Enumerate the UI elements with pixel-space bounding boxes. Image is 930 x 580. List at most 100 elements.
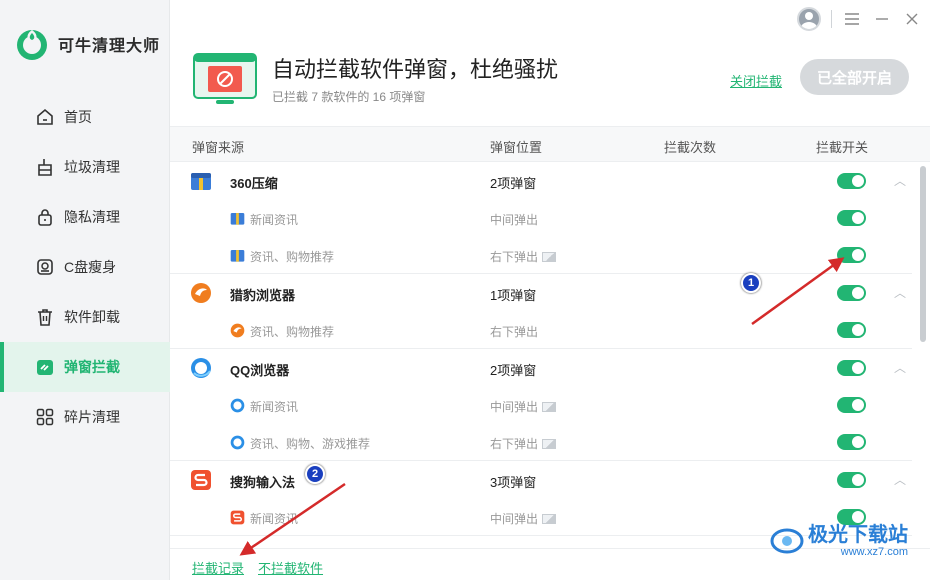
popup-window-illustration-icon: [193, 53, 257, 104]
popup-position: 2项弹窗: [490, 176, 537, 191]
watermark: 极光下载站 www.xz7.com: [770, 524, 908, 558]
drive-icon: [34, 256, 56, 278]
popup-position: 右下弹出: [490, 248, 557, 265]
divider: [831, 10, 832, 28]
watermark-text: 极光下载站: [808, 524, 908, 546]
popup-position: 中间弹出: [490, 510, 557, 527]
image-preview-icon[interactable]: [542, 402, 557, 412]
image-preview-icon[interactable]: [542, 439, 557, 449]
broom-icon: [34, 156, 56, 178]
annotation-badge-2: 2: [305, 464, 325, 484]
sidebar-item-uninstall[interactable]: 软件卸载: [0, 292, 170, 342]
watermark-logo-icon: [770, 528, 804, 554]
block-toggle[interactable]: [837, 434, 866, 450]
block-toggle[interactable]: [837, 173, 866, 189]
menu-icon[interactable]: [842, 9, 862, 29]
block-toggle[interactable]: [837, 397, 866, 413]
table-row: 猎豹浏览器 1项弹窗 ︿: [170, 274, 912, 311]
app-name: 搜狗输入法: [230, 475, 296, 490]
close-blocking-link[interactable]: 关闭拦截: [730, 71, 782, 90]
home-icon: [34, 106, 56, 128]
sidebar-item-defrag[interactable]: 碎片清理: [0, 392, 170, 442]
block-toggle[interactable]: [837, 360, 866, 376]
popup-position: 1项弹窗: [490, 288, 537, 303]
trash-icon: [34, 306, 56, 328]
sidebar-item-label: 垃圾清理: [64, 159, 120, 175]
popup-position: 2项弹窗: [490, 363, 537, 378]
block-toggle[interactable]: [837, 285, 866, 301]
close-icon[interactable]: [902, 9, 922, 29]
popup-source-list: 360压缩 2项弹窗 ︿ 新闻资讯 中间弹出 资讯、购物推荐 右下弹出 猎豹浏览…: [170, 162, 912, 548]
popup-position: 中间弹出: [490, 398, 557, 415]
chevron-up-icon[interactable]: ︿: [894, 172, 906, 189]
table-row: 搜狗输入法 3项弹窗 ︿: [170, 461, 912, 498]
popup-position-text: 中间弹出: [490, 512, 539, 526]
lock-icon: [34, 206, 56, 228]
sidebar: 可牛清理大师 首页 垃圾清理 隐私清理 C盘瘦身 软件卸载 弹窗拦截 碎片清理: [0, 0, 170, 580]
column-header-count: 拦截次数: [664, 140, 717, 155]
grid-icon: [34, 406, 56, 428]
popup-name: 新闻资讯: [250, 213, 299, 227]
block-toggle[interactable]: [837, 322, 866, 338]
list-group: 猎豹浏览器 1项弹窗 ︿ 资讯、购物推荐 右下弹出: [170, 274, 912, 349]
sidebar-nav: 首页 垃圾清理 隐私清理 C盘瘦身 软件卸载 弹窗拦截 碎片清理: [0, 92, 170, 442]
app-name: 猎豹浏览器: [230, 288, 296, 303]
popup-name: 资讯、购物推荐: [250, 250, 335, 264]
unblocked-software-link[interactable]: 不拦截软件: [258, 558, 323, 577]
app-name: QQ浏览器: [230, 363, 290, 378]
block-toggle[interactable]: [837, 509, 866, 525]
table-row: 资讯、购物、游戏推荐 右下弹出: [170, 423, 912, 460]
popup-name: 新闻资讯: [250, 400, 299, 414]
table-row: 新闻资讯 中间弹出: [170, 386, 912, 423]
block-toggle[interactable]: [837, 210, 866, 226]
popup-position-text: 中间弹出: [490, 213, 539, 227]
all-enabled-button[interactable]: 已全部开启: [800, 59, 909, 95]
image-preview-icon[interactable]: [542, 514, 557, 524]
table-row: 资讯、购物推荐 右下弹出: [170, 236, 912, 273]
watermark-url: www.xz7.com: [840, 546, 908, 558]
page-subtitle: 已拦截 7 款软件的 16 项弹窗: [272, 90, 426, 104]
chevron-up-icon[interactable]: ︿: [894, 471, 906, 488]
block-record-link[interactable]: 拦截记录: [192, 558, 244, 577]
chevron-up-icon[interactable]: ︿: [894, 359, 906, 376]
minimize-icon[interactable]: [872, 9, 892, 29]
sidebar-item-label: C盘瘦身: [64, 259, 117, 275]
sidebar-item-c-drive-slim[interactable]: C盘瘦身: [0, 242, 170, 292]
chevron-up-icon[interactable]: ︿: [894, 284, 906, 301]
watermark-text-block: 极光下载站 www.xz7.com: [808, 524, 908, 558]
popup-name: 资讯、购物推荐: [250, 325, 335, 339]
avatar[interactable]: [797, 7, 821, 31]
sidebar-item-home[interactable]: 首页: [0, 92, 170, 142]
app-logo-icon: [17, 30, 47, 60]
window-controls: [797, 6, 922, 32]
sidebar-item-popup-block[interactable]: 弹窗拦截: [0, 342, 170, 392]
sidebar-item-label: 碎片清理: [64, 409, 120, 425]
sidebar-item-label: 软件卸载: [64, 309, 120, 325]
sidebar-item-label: 首页: [64, 109, 92, 125]
sidebar-item-label: 隐私清理: [64, 209, 120, 225]
image-preview-icon[interactable]: [542, 252, 557, 262]
liebao-browser-icon: [230, 323, 245, 338]
block-toggle[interactable]: [837, 247, 866, 263]
360zip-icon: [191, 173, 211, 190]
qq-browser-icon: [191, 358, 211, 378]
column-header-source: 弹窗来源: [192, 140, 245, 155]
popup-block-icon: [34, 356, 56, 378]
page-title: 自动拦截软件弹窗，杜绝骚扰: [272, 57, 559, 82]
liebao-browser-icon: [191, 283, 211, 303]
sidebar-item-junk-clean[interactable]: 垃圾清理: [0, 142, 170, 192]
list-group: QQ浏览器 2项弹窗 ︿ 新闻资讯 中间弹出 资讯、购物、游戏推荐 右下弹出: [170, 349, 912, 461]
column-header-position: 弹窗位置: [490, 140, 543, 155]
popup-position: 中间弹出: [490, 211, 538, 228]
sidebar-item-privacy-clean[interactable]: 隐私清理: [0, 192, 170, 242]
app-name: 360压缩: [230, 176, 278, 191]
block-toggle[interactable]: [837, 472, 866, 488]
360zip-icon: [230, 213, 245, 225]
table-row: QQ浏览器 2项弹窗 ︿: [170, 349, 912, 386]
scrollbar[interactable]: [920, 166, 926, 342]
table-row: 新闻资讯 中间弹出: [170, 199, 912, 236]
360zip-icon: [230, 250, 245, 262]
qq-browser-icon: [230, 398, 245, 413]
popup-position-text: 右下弹出: [490, 250, 539, 264]
popup-position: 右下弹出: [490, 435, 557, 452]
